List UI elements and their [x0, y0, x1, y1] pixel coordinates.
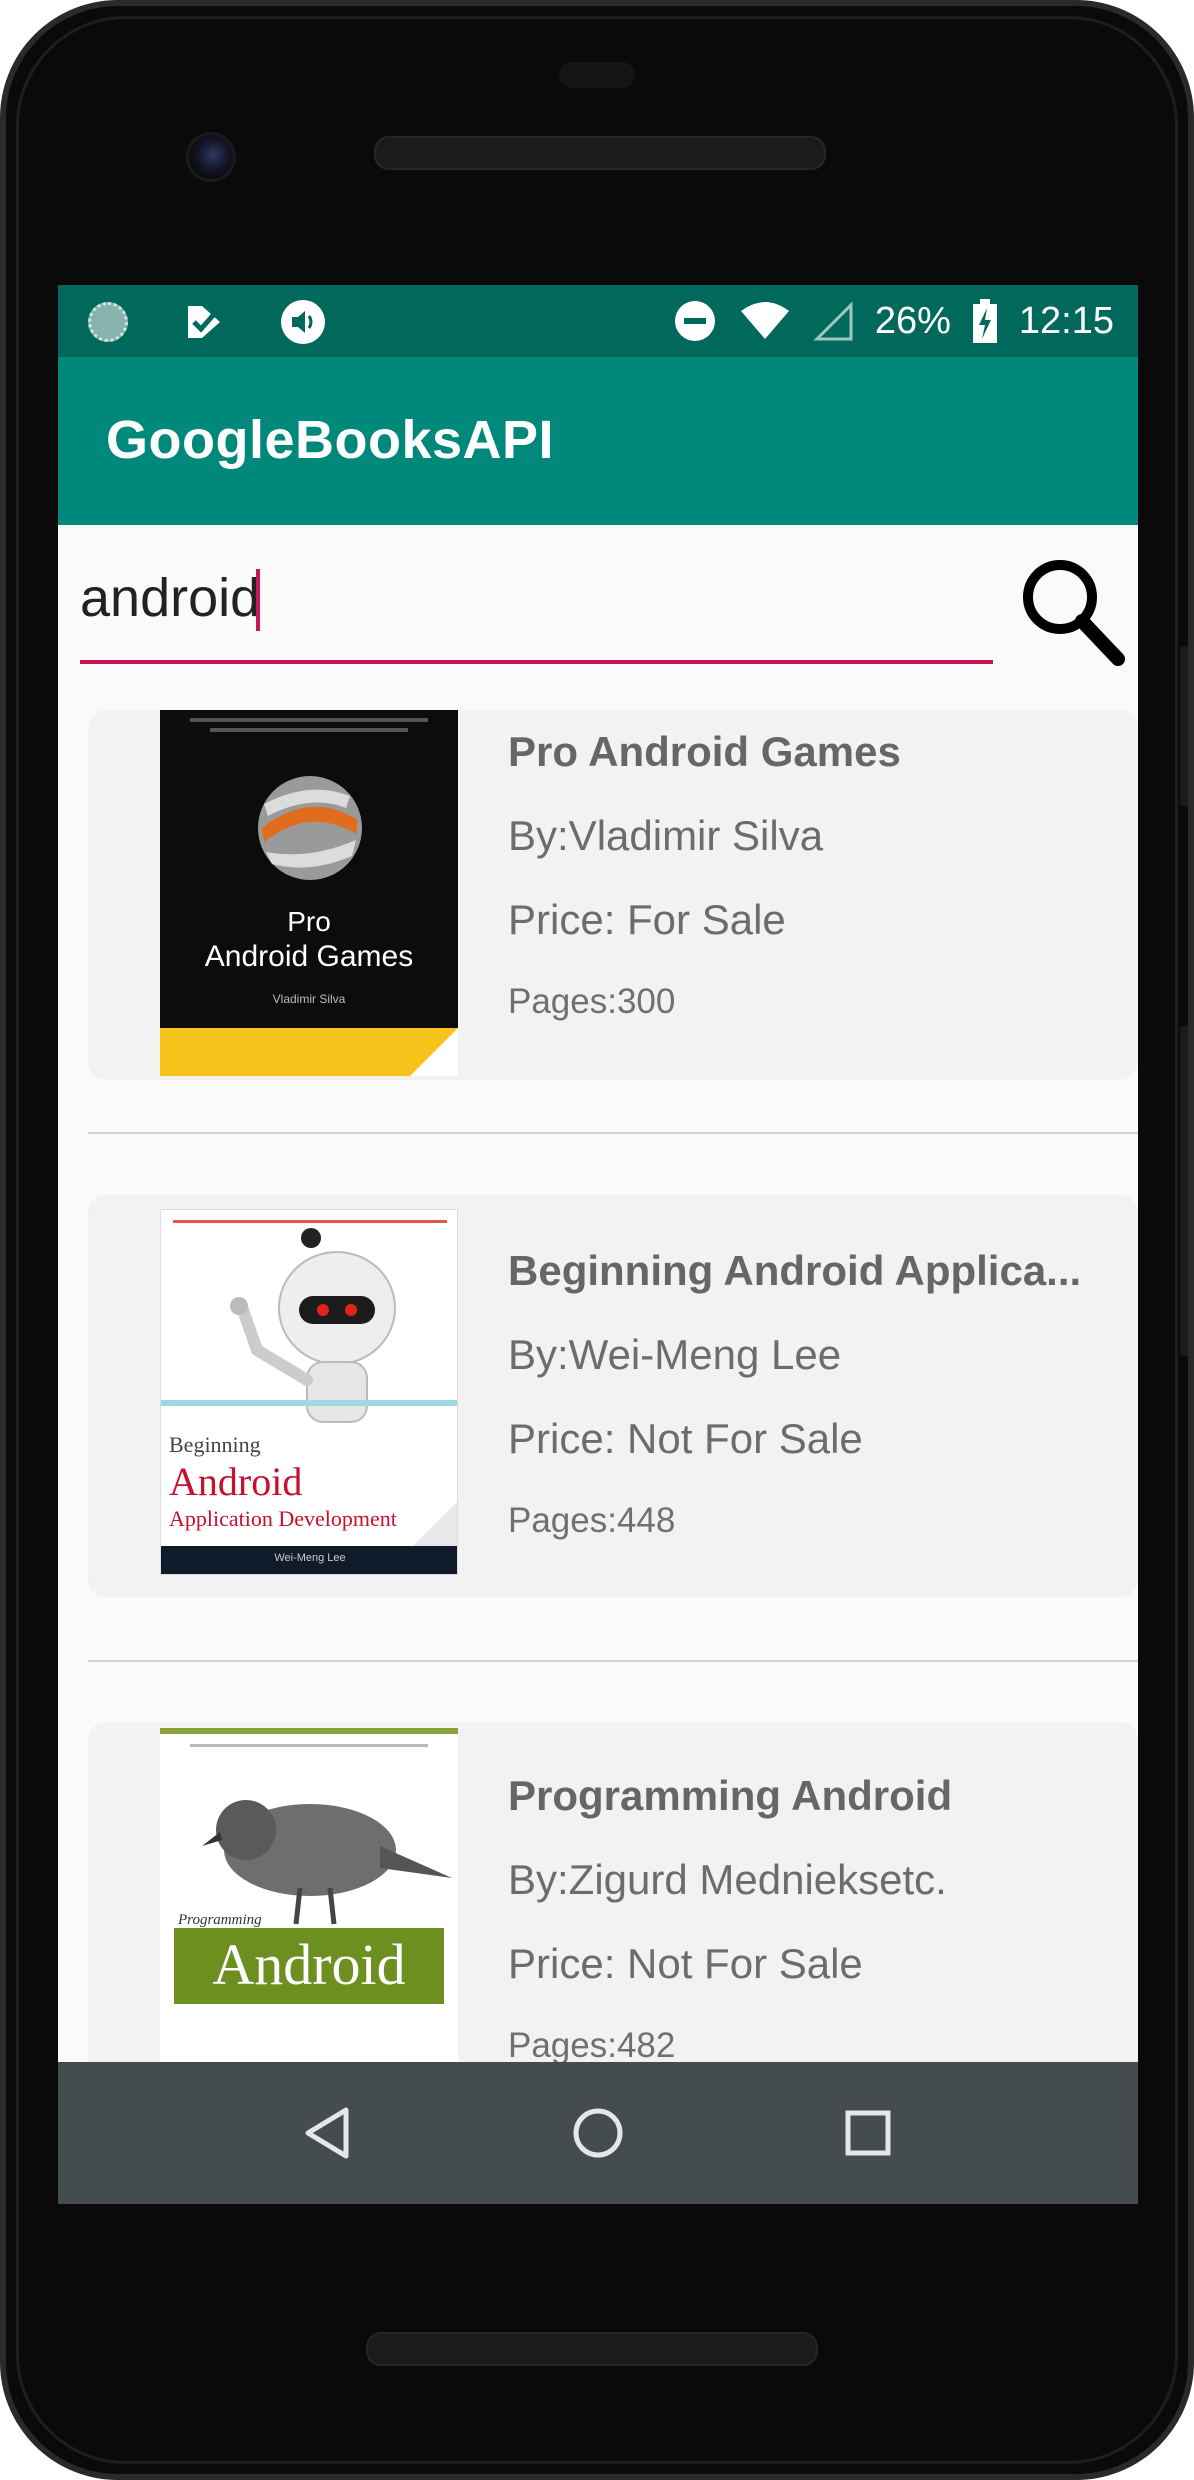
status-notifications — [88, 299, 326, 345]
do-not-disturb-icon — [674, 301, 715, 341]
book-author: By:Zigurd Mednieksetc. — [508, 1856, 947, 1903]
battery-percent: 26% — [874, 299, 951, 342]
book-price: Price: Not For Sale — [508, 1415, 863, 1462]
cover-author: Wei-Meng Lee — [274, 1552, 346, 1564]
proximity-sensor — [559, 62, 635, 88]
navigation-bar — [58, 2062, 1138, 2204]
front-camera — [186, 132, 236, 182]
cover-title-line1: Pro — [287, 906, 331, 937]
list-divider — [88, 1660, 1138, 1662]
search-input[interactable] — [80, 555, 993, 641]
cover-big-title: Android — [212, 1932, 406, 1997]
search-underline — [80, 660, 993, 664]
cover-title-line2: Android Games — [204, 940, 414, 973]
cover-line3: Application Development — [169, 1506, 397, 1531]
app-title: GoogleBooksAPI — [106, 410, 555, 470]
volume-button — [1180, 1026, 1188, 1356]
recents-square-icon — [845, 2110, 891, 2156]
cover-line2: Android — [169, 1459, 303, 1504]
cover-line1: Beginning — [169, 1432, 261, 1457]
power-button — [1180, 646, 1188, 806]
cover-art — [160, 710, 458, 1076]
bottom-speaker — [366, 2332, 818, 2366]
book-cover: Pro Android Games Vladimir Silva — [160, 710, 458, 1076]
home-circle-icon — [573, 2108, 623, 2158]
book-list[interactable]: Pro Android Games Vladimir Silva Pro And… — [58, 710, 1138, 2062]
book-pages: Pages:448 — [508, 1501, 676, 1540]
book-cover: Programming Android — [160, 1728, 458, 2062]
book-author: By:Vladimir Silva — [508, 812, 824, 859]
screen: 26% 12:15 GoogleBooksAPI android Pro And… — [58, 285, 1138, 2204]
book-title: Pro Android Games — [508, 728, 901, 775]
home-button[interactable] — [563, 2098, 633, 2168]
book-pages: Pages:300 — [508, 982, 676, 1021]
phone-frame: 26% 12:15 GoogleBooksAPI android Pro And… — [0, 0, 1194, 2480]
book-title: Beginning Android Applica... — [508, 1247, 1082, 1294]
battery-charging-icon — [972, 299, 997, 343]
book-card[interactable]: Beginning Android Application Developmen… — [88, 1195, 1138, 1597]
book-card[interactable]: Programming Android Programming Android … — [88, 1722, 1138, 2062]
book-price: Price: Not For Sale — [508, 1940, 863, 1987]
book-author: By:Wei-Meng Lee — [508, 1331, 842, 1378]
back-button[interactable] — [294, 2098, 364, 2168]
book-card[interactable]: Pro Android Games Vladimir Silva Pro And… — [88, 710, 1138, 1080]
wifi-icon — [740, 302, 789, 339]
back-triangle-icon — [305, 2107, 349, 2159]
search-button[interactable] — [1018, 545, 1128, 675]
app-bar: GoogleBooksAPI — [58, 357, 1138, 525]
book-title: Programming Android — [508, 1772, 953, 1819]
list-divider — [88, 1132, 1138, 1134]
book-pages: Pages:482 — [508, 2026, 676, 2062]
status-system: 26% 12:15 — [673, 285, 1114, 357]
sync-icon — [88, 302, 128, 342]
task-check-icon — [188, 306, 220, 338]
search-icon — [1023, 560, 1125, 666]
cover-author: Vladimir Silva — [272, 992, 346, 1006]
text-cursor — [256, 569, 260, 631]
clock: 12:15 — [1018, 299, 1114, 342]
book-cover: Beginning Android Application Developmen… — [160, 1209, 458, 1575]
recents-button[interactable] — [833, 2098, 903, 2168]
search-row — [58, 525, 1138, 710]
earpiece-speaker — [374, 136, 826, 170]
status-bar: 26% 12:15 — [58, 285, 1138, 357]
cover-art — [160, 1728, 458, 2062]
cover-small-title: Programming — [178, 1912, 262, 1928]
cell-signal-icon — [813, 301, 853, 341]
sound-icon — [281, 300, 325, 344]
book-price: Price: For Sale — [508, 896, 786, 943]
